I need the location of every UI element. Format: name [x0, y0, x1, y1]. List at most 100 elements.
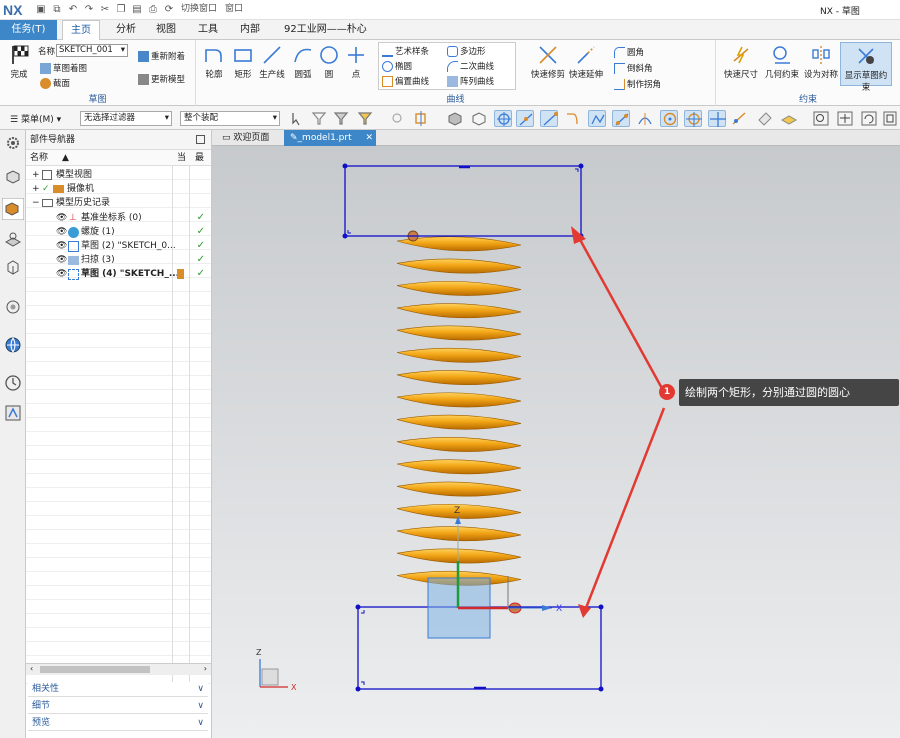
rect-vertex[interactable] [342, 163, 348, 169]
copy-icon[interactable]: ❐ [114, 3, 128, 16]
rect-vertex[interactable] [355, 686, 361, 692]
chamfer-button[interactable]: 倒斜角 [614, 62, 653, 74]
tab-tools[interactable]: 工具 [190, 20, 226, 40]
snap-bounded-grid-icon[interactable] [756, 110, 774, 127]
tab-custom[interactable]: 92工业网——朴心 [276, 20, 375, 40]
zoom-window-icon[interactable] [812, 110, 830, 127]
make-corner-button[interactable]: 制作拐角 [614, 78, 661, 90]
fit-view-icon[interactable] [882, 110, 898, 127]
sketch-plane-icon[interactable] [780, 110, 798, 127]
web-browser-icon[interactable] [4, 298, 22, 316]
system-materials-icon[interactable] [4, 404, 22, 422]
assembly-navigator-icon[interactable] [4, 168, 22, 186]
sketch-name-select[interactable]: SKETCH_001 ▾ [56, 44, 128, 57]
eye-icon[interactable]: 👁 [56, 267, 67, 281]
spring-coil[interactable] [396, 548, 522, 564]
spring-coil[interactable] [396, 280, 522, 296]
offset-curve-button[interactable]: 偏置曲线 [382, 75, 429, 87]
tab-view[interactable]: 视图 [148, 20, 184, 40]
spring-coil[interactable] [396, 347, 522, 363]
undo-icon[interactable]: ↶ [66, 3, 80, 16]
rapid-dimension-button[interactable]: 快速尺寸 [722, 44, 760, 80]
assembly-scope-select[interactable]: 整个装配 ▾ [180, 111, 280, 126]
column-latest-header[interactable]: 最 [195, 150, 204, 166]
spring-model[interactable] [396, 230, 522, 614]
snap-midpoint-icon[interactable] [540, 110, 558, 127]
geometric-constraints-button[interactable]: 几何约束 [762, 44, 802, 80]
window-menu-button[interactable]: 窗口 [222, 3, 246, 16]
eye-icon[interactable]: 👁 [56, 253, 67, 267]
rect-vertex[interactable] [598, 686, 604, 692]
tree-item-model-views[interactable]: + 模型视图 [26, 168, 211, 182]
tab-task[interactable]: 任务(T) [0, 20, 57, 40]
pattern-curve-button[interactable]: 阵列曲线 [447, 75, 494, 87]
show-constraints-button[interactable]: 显示草图约束 [840, 42, 892, 93]
column-name-header[interactable]: 名称 [30, 153, 48, 163]
tree-item-helix[interactable]: 👁 螺旋 (1) ✓ [26, 225, 211, 239]
point-snap-icon[interactable] [412, 110, 430, 127]
save-all-icon[interactable]: ⧉ [50, 3, 64, 16]
feature-filter-icon[interactable] [310, 110, 328, 127]
snap-quadrant-icon[interactable] [636, 110, 654, 127]
reattach-button[interactable]: 重新附着 [138, 50, 185, 62]
selection-filter-select[interactable]: 无选择过滤器 ▾ [80, 111, 172, 126]
tree-item-sketch-4[interactable]: 👁 草图 (4) "SKETCH_... ✓ [26, 267, 211, 281]
wireframe-body-icon[interactable] [470, 110, 488, 127]
eye-icon[interactable]: 👁 [56, 225, 67, 239]
spring-coil[interactable] [396, 303, 522, 319]
history-clock-icon[interactable] [4, 374, 22, 392]
scrollbar-thumb[interactable] [40, 666, 150, 673]
tab-model-file[interactable]: ✎_model1.prt ✕ [284, 130, 376, 146]
rectangle-button[interactable]: 矩形 [230, 44, 256, 80]
studio-spline-button[interactable]: 艺术样条 [382, 45, 429, 57]
eye-icon[interactable]: 👁 [56, 239, 67, 253]
switch-window-button[interactable]: 切换窗口 [178, 3, 220, 16]
quick-trim-button[interactable]: 快速修剪 [530, 44, 566, 80]
spring-coil[interactable] [396, 325, 522, 341]
cut-icon[interactable]: ✂ [98, 3, 112, 16]
polygon-button[interactable]: 多边形 [447, 45, 486, 57]
circle-button[interactable]: 圆 [316, 44, 342, 80]
spring-coil[interactable] [396, 414, 522, 430]
print-icon[interactable]: ⎙ [146, 3, 160, 16]
spring-coil[interactable] [396, 370, 522, 386]
snap-tangent-icon[interactable] [684, 110, 702, 127]
accordion-preview[interactable]: 预览 ∨ [28, 716, 208, 731]
snap-center-icon[interactable] [494, 110, 512, 127]
select-icon[interactable] [288, 110, 306, 127]
graphics-window[interactable]: ▭ 欢迎页面 ✎_model1.prt ✕ Z X Z X 1 绘制两个矩形，分… [212, 130, 900, 738]
pan-icon[interactable] [836, 110, 854, 127]
expand-plus-icon[interactable]: + [32, 182, 40, 196]
save-icon[interactable]: ▣ [34, 3, 48, 16]
rect-vertex[interactable] [342, 233, 348, 239]
snap-endpoint-icon[interactable] [516, 110, 534, 127]
tree-item-sweep[interactable]: 👁 扫掠 (3) ✓ [26, 253, 211, 267]
profile-button[interactable]: 轮廓 [200, 44, 228, 80]
snap-on-point-icon[interactable] [708, 110, 726, 127]
tree-item-model-history[interactable]: − 模型历史记录 [26, 196, 211, 210]
spring-coil[interactable] [396, 258, 522, 274]
maximize-icon[interactable] [196, 135, 205, 144]
horizontal-scrollbar[interactable]: ‹ › [26, 663, 211, 675]
filter-funnel-icon[interactable] [332, 110, 350, 127]
accordion-dependencies[interactable]: 相关性 ∨ [28, 682, 208, 697]
reuse-library-icon[interactable] [4, 258, 22, 276]
collapse-minus-icon[interactable]: − [32, 196, 40, 210]
sketch-rectangle-top[interactable] [344, 165, 582, 237]
rect-vertex[interactable] [578, 163, 584, 169]
orient-view-button[interactable]: 草图着图 [40, 62, 87, 74]
conic-button[interactable]: 二次曲线 [447, 60, 494, 72]
redo-icon[interactable]: ↷ [82, 3, 96, 16]
column-current-header[interactable]: 当 [177, 150, 186, 166]
tab-analysis[interactable]: 分析 [108, 20, 144, 40]
finish-sketch-button[interactable]: 完成 [4, 44, 34, 80]
rect-vertex[interactable] [598, 604, 604, 610]
settings-gear-icon[interactable] [4, 134, 22, 152]
selection-intent-icon[interactable] [356, 110, 374, 127]
menu-button[interactable]: ☰ 菜单(M) ▾ [10, 112, 61, 125]
snap-point-icon[interactable] [388, 110, 406, 127]
spring-coil[interactable] [396, 392, 522, 408]
make-symmetric-button[interactable]: 设为对称 [802, 44, 840, 80]
snap-circle-center-icon[interactable] [660, 110, 678, 127]
snap-intersection-icon[interactable] [588, 110, 606, 127]
